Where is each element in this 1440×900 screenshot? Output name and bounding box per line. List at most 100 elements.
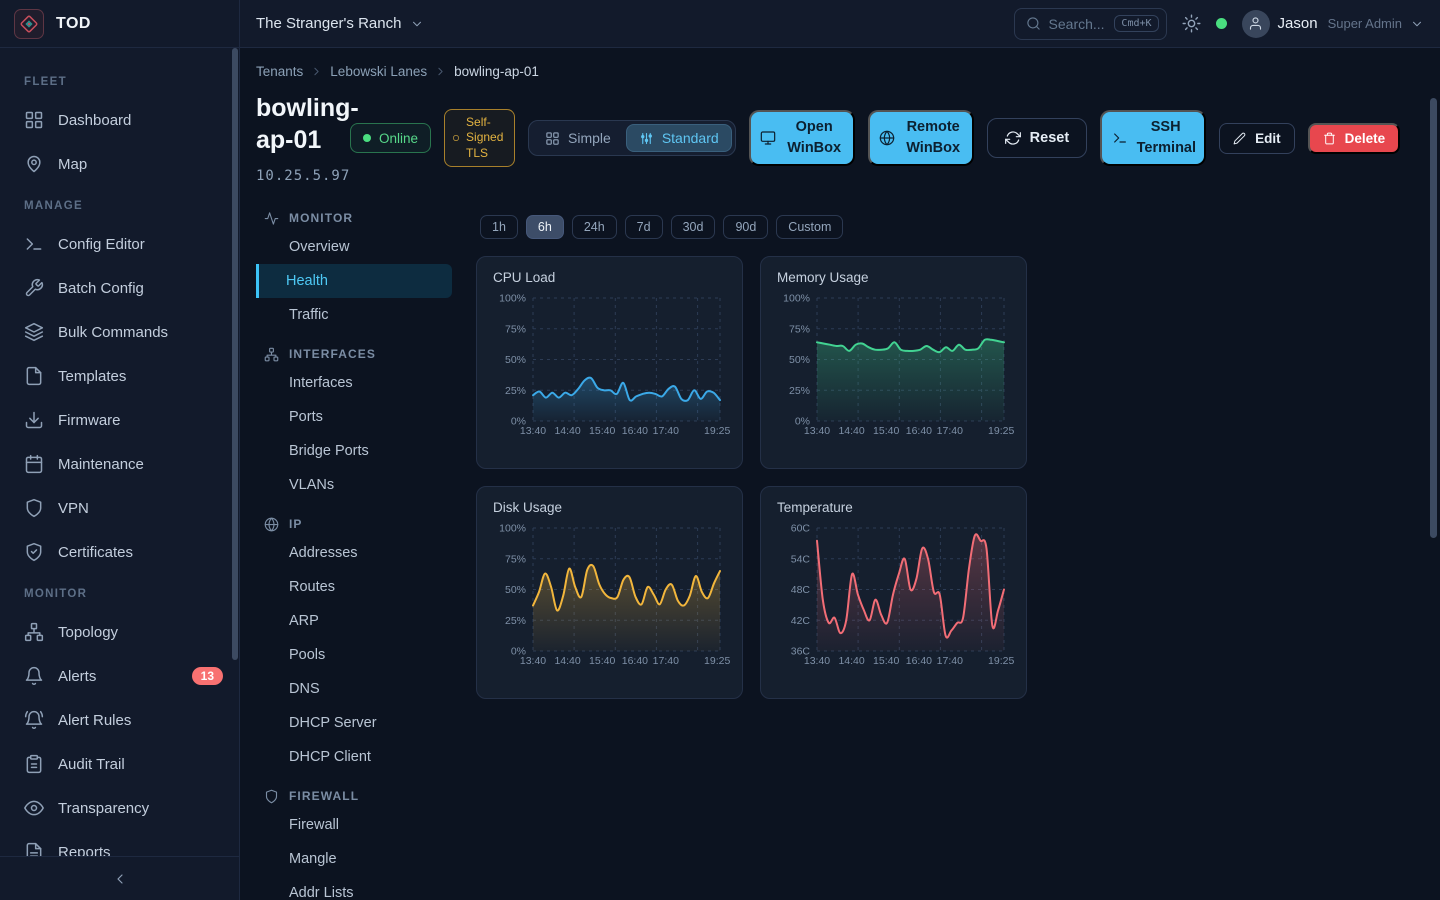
svg-text:75%: 75%: [505, 323, 526, 335]
subnav-item-pools[interactable]: Pools: [256, 638, 452, 672]
download-icon: [24, 410, 44, 430]
chevron-left-icon: [112, 871, 128, 887]
breadcrumb-tenant-name[interactable]: Lebowski Lanes: [330, 64, 427, 79]
chart-title: CPU Load: [477, 257, 742, 285]
sidebar-item-transparency[interactable]: Transparency: [0, 786, 239, 830]
sidebar-item-reports[interactable]: Reports: [0, 830, 239, 856]
sidebar-item-label: Firmware: [58, 412, 121, 429]
sidebar-item-map[interactable]: Map: [0, 142, 239, 186]
subnav-item-overview[interactable]: Overview: [256, 230, 452, 264]
svg-text:19:25: 19:25: [988, 655, 1014, 667]
bell-ring-icon: [24, 710, 44, 730]
subnav-item-addr-lists[interactable]: Addr Lists: [256, 876, 452, 900]
subnav-item-arp[interactable]: ARP: [256, 604, 452, 638]
mode-standard-segment[interactable]: Standard: [626, 124, 732, 152]
svg-text:17:40: 17:40: [653, 425, 679, 437]
svg-text:19:25: 19:25: [988, 425, 1014, 437]
time-range-24h[interactable]: 24h: [572, 215, 617, 239]
user-menu[interactable]: Jason Super Admin: [1242, 10, 1424, 38]
subnav-item-bridge-ports[interactable]: Bridge Ports: [256, 434, 452, 468]
sidebar-section-label-fleet: FLEET: [0, 62, 239, 98]
svg-text:15:40: 15:40: [873, 655, 899, 667]
delete-label: Delete: [1345, 131, 1386, 146]
breadcrumb-tenants[interactable]: Tenants: [256, 64, 303, 79]
subnav-item-dns[interactable]: DNS: [256, 672, 452, 706]
edit-label: Edit: [1255, 131, 1281, 146]
sidebar-item-alert-rules[interactable]: Alert Rules: [0, 698, 239, 742]
subnav-group-interfaces: INTERFACES: [256, 342, 452, 366]
subnav-item-dhcp-server[interactable]: DHCP Server: [256, 706, 452, 740]
sidebar-item-label: Batch Config: [58, 280, 144, 297]
edit-button[interactable]: Edit: [1219, 123, 1295, 154]
sidebar-item-certificates[interactable]: Certificates: [0, 530, 239, 574]
sliders-icon: [639, 131, 654, 146]
remote-winbox-button[interactable]: Remote WinBox: [868, 110, 974, 166]
svg-text:25%: 25%: [505, 615, 526, 627]
sidebar-item-topology[interactable]: Topology: [0, 610, 239, 654]
subnav-item-traffic[interactable]: Traffic: [256, 298, 452, 332]
breadcrumb-device: bowling-ap-01: [454, 64, 539, 79]
ssh-terminal-label: SSH Terminal: [1137, 117, 1195, 159]
cpu-load-chart: 100%75%50%25%0%13:4014:4015:4016:4017:40…: [477, 286, 742, 466]
mode-simple-label: Simple: [568, 130, 611, 146]
device-subnav: MONITOROverviewHealthTraffic INTERFACESIn…: [256, 194, 452, 900]
subnav-item-firewall[interactable]: Firewall: [256, 808, 452, 842]
sidebar-item-bulk-commands[interactable]: Bulk Commands: [0, 310, 239, 354]
subnav-item-ports[interactable]: Ports: [256, 400, 452, 434]
svg-text:16:40: 16:40: [622, 425, 648, 437]
sidebar-item-firmware[interactable]: Firmware: [0, 398, 239, 442]
subnav-group-monitor: MONITOR: [256, 206, 452, 230]
refresh-icon: [1005, 130, 1021, 146]
delete-button[interactable]: Delete: [1308, 123, 1401, 154]
ssh-terminal-button[interactable]: SSH Terminal: [1100, 110, 1206, 166]
svg-text:14:40: 14:40: [554, 655, 580, 667]
topbar-right: Search... Cmd+K Jason Super Admin: [1014, 8, 1424, 40]
device-title-block: bowling-ap-01 10.25.5.97: [256, 92, 350, 184]
search-shortcut-badge: Cmd+K: [1114, 15, 1158, 32]
sidebar-item-templates[interactable]: Templates: [0, 354, 239, 398]
theme-toggle-sun-icon[interactable]: [1182, 14, 1201, 33]
sidebar-scrollbar[interactable]: [232, 48, 238, 660]
time-range-6h[interactable]: 6h: [526, 215, 564, 239]
sidebar-item-alerts[interactable]: Alerts13: [0, 654, 239, 698]
content-scrollbar[interactable]: [1430, 98, 1437, 538]
subnav-item-dhcp-client[interactable]: DHCP Client: [256, 740, 452, 774]
sidebar-item-maintenance[interactable]: Maintenance: [0, 442, 239, 486]
sidebar-item-dashboard[interactable]: Dashboard: [0, 98, 239, 142]
svg-text:100%: 100%: [499, 293, 526, 305]
shield-check-icon: [24, 542, 44, 562]
subnav-item-vlans[interactable]: VLANs: [256, 468, 452, 502]
dashboard-icon: [24, 110, 44, 130]
sidebar-item-batch-config[interactable]: Batch Config: [0, 266, 239, 310]
subnav-item-addresses[interactable]: Addresses: [256, 536, 452, 570]
layers-icon: [24, 322, 44, 342]
open-winbox-button[interactable]: Open WinBox: [749, 110, 855, 166]
svg-text:19:25: 19:25: [704, 425, 730, 437]
mode-simple-segment[interactable]: Simple: [532, 124, 624, 152]
sidebar-item-label: Config Editor: [58, 236, 145, 253]
subnav-item-health[interactable]: Health: [256, 264, 452, 298]
topbar: The Stranger's Ranch Search... Cmd+K Jas…: [240, 0, 1440, 48]
sidebar-collapse-button[interactable]: [0, 856, 239, 900]
breadcrumb: Tenants Lebowski Lanes bowling-ap-01: [256, 64, 1440, 79]
user-icon: [1248, 16, 1263, 31]
tenant-selector[interactable]: The Stranger's Ranch: [256, 15, 424, 32]
time-range-1h[interactable]: 1h: [480, 215, 518, 239]
svg-text:15:40: 15:40: [589, 655, 615, 667]
sidebar-item-label: Alerts: [58, 668, 96, 685]
time-range-custom[interactable]: Custom: [776, 215, 843, 239]
sidebar-item-config-editor[interactable]: Config Editor: [0, 222, 239, 266]
sidebar-item-vpn[interactable]: VPN: [0, 486, 239, 530]
sidebar-section-label-manage: MANAGE: [0, 186, 239, 222]
reset-button[interactable]: Reset: [987, 118, 1088, 158]
time-range-90d[interactable]: 90d: [723, 215, 768, 239]
sidebar-item-audit-trail[interactable]: Audit Trail: [0, 742, 239, 786]
subnav-item-interfaces[interactable]: Interfaces: [256, 366, 452, 400]
time-range-30d[interactable]: 30d: [671, 215, 716, 239]
time-range-7d[interactable]: 7d: [625, 215, 663, 239]
svg-text:14:40: 14:40: [838, 655, 864, 667]
search-input[interactable]: Search... Cmd+K: [1014, 8, 1167, 40]
chevron-right-icon: [434, 65, 447, 78]
subnav-item-mangle[interactable]: Mangle: [256, 842, 452, 876]
subnav-item-routes[interactable]: Routes: [256, 570, 452, 604]
